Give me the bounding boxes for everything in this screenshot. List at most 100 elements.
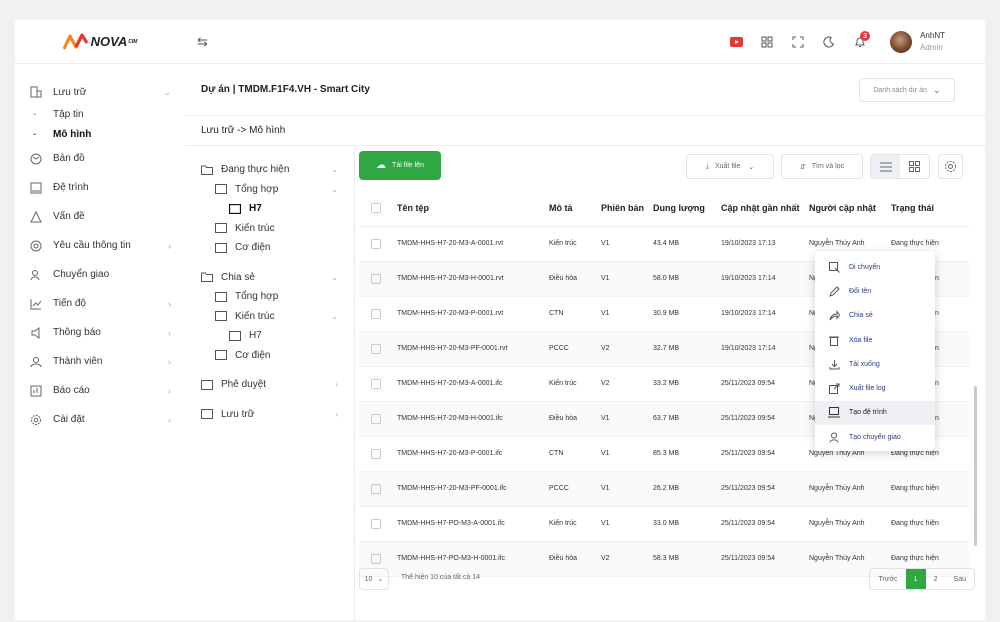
column-header[interactable]: Người cập nhật [805, 190, 887, 227]
menu-item-label: Tạo đệ trình [849, 409, 887, 417]
dark-mode-icon[interactable] [818, 31, 840, 53]
menu-item-share[interactable]: Chia sẻ [815, 304, 935, 328]
row-checkbox[interactable] [359, 401, 393, 437]
prev-page-button[interactable]: Trước [870, 569, 905, 589]
tree-node[interactable]: Kiến trúc [185, 219, 354, 239]
fullscreen-icon[interactable] [787, 31, 809, 53]
nova-logo-icon [62, 32, 88, 50]
tree-node[interactable]: Tổng hợp ⌄ [185, 180, 354, 200]
export-file-button[interactable]: ⤓ Xuất file ⌄ [686, 154, 774, 179]
upload-file-button[interactable]: ☁ Tải file lên [359, 151, 441, 180]
menu-item-label: Chia sẻ [849, 312, 873, 320]
chevron-right-icon: › [168, 356, 171, 367]
tree-node[interactable]: H7 [185, 326, 354, 346]
sidebar-item-storage[interactable]: Lưu trữ ⌄ [15, 80, 185, 104]
menu-item-move[interactable]: Di chuyển [815, 255, 935, 279]
sidebar-item-settings[interactable]: Cài đặt › [15, 405, 185, 434]
menu-item-export-log[interactable]: Xuất file log [815, 376, 935, 400]
logo[interactable]: NOVA CIM [15, 20, 185, 64]
select-all-checkbox[interactable] [359, 190, 393, 227]
sidebar: NOVA CIM Lưu trữ ⌄ - Tập tin - Mô hình Bản … [15, 20, 185, 620]
row-checkbox[interactable] [359, 436, 393, 472]
chevron-down-icon: ⌄ [331, 311, 338, 321]
column-header[interactable]: Dung lượng [649, 190, 717, 227]
tree-node[interactable]: H7 [185, 199, 354, 219]
share-icon [827, 310, 841, 321]
table-cell: TMDM-HHS-H7-20-M3-PF-0001.rvt [393, 331, 545, 367]
file-context-menu: Di chuyển Đổi tên Chia sẻ Xóa file Tải x… [815, 251, 935, 451]
table-row[interactable]: TMDM-HHS-H7-20-M3-PF-0001.ifc PCCC V1 26.2 … [359, 471, 969, 507]
table-cell: 30.9 MB [649, 296, 717, 332]
column-header[interactable]: Phiên bản [597, 190, 649, 227]
sidebar-subitem-models[interactable]: - Mô hình [15, 124, 185, 144]
user-role: Admin [920, 43, 943, 52]
project-bar: Dự án | TMDM.F1F4.VH - Smart City Danh s… [185, 64, 985, 116]
tree-node[interactable]: Cơ điện [185, 238, 354, 258]
sidebar-item-issues[interactable]: Vấn đề [15, 202, 185, 231]
move-icon [827, 261, 841, 273]
vertical-scrollbar[interactable] [974, 386, 977, 546]
tree-node[interactable]: Đang thực hiện ⌄ [185, 160, 354, 180]
page-size-select[interactable]: 10 ⌄ [359, 568, 389, 590]
menu-item-rename[interactable]: Đổi tên [815, 279, 935, 303]
next-page-button[interactable]: Sau [946, 569, 974, 589]
sidebar-item-submission[interactable]: Đệ trình [15, 173, 185, 202]
table-cell: V1 [597, 226, 649, 262]
table-cell: 63.7 MB [649, 401, 717, 437]
chevron-down-icon: ⌄ [331, 165, 338, 175]
row-checkbox[interactable] [359, 261, 393, 297]
row-checkbox[interactable] [359, 366, 393, 402]
tree-node[interactable]: Tổng hợp [185, 287, 354, 307]
row-checkbox[interactable] [359, 331, 393, 367]
table-cell: V1 [597, 296, 649, 332]
sidebar-item-label: Tiến độ [53, 298, 86, 309]
table-row[interactable]: TMDM-HHS-H7-PO-M3-A-0001.ifc Kiến trúc V1 3… [359, 506, 969, 542]
list-view-icon[interactable] [871, 155, 900, 178]
table-cell: 25/11/2023 09:54 [717, 541, 805, 577]
user-info[interactable]: AnhNT Admin [920, 30, 945, 54]
row-checkbox[interactable] [359, 296, 393, 332]
tree-node[interactable]: Lưu trữ › [185, 405, 354, 425]
youtube-icon[interactable] [725, 31, 747, 53]
tree-node[interactable]: Cơ điện [185, 346, 354, 366]
column-header[interactable]: Cập nhật gần nhất [717, 190, 805, 227]
row-checkbox[interactable] [359, 471, 393, 507]
row-checkbox[interactable] [359, 506, 393, 542]
apps-grid-icon[interactable] [756, 31, 778, 53]
sidebar-toggle-icon[interactable]: ⇆ [197, 34, 208, 50]
search-filter-button[interactable]: ⇵ Tìm và lọc [781, 154, 863, 179]
folder-icon [215, 242, 227, 253]
sidebar-item-reports[interactable]: Báo cáo › [15, 376, 185, 405]
tree-node[interactable]: Chia sẻ ⌄ [185, 268, 354, 288]
notification-badge: 3 [860, 31, 871, 41]
menu-item-create-submission[interactable]: Tạo đệ trình [815, 400, 935, 426]
sidebar-subitem-files[interactable]: - Tập tin [15, 104, 185, 124]
sidebar-item-members[interactable]: Thành viên › [15, 347, 185, 376]
sidebar-item-rfi[interactable]: Yêu cầu thông tin › [15, 231, 185, 260]
menu-item-create-handover[interactable]: Tạo chuyển giao [815, 425, 935, 449]
column-header[interactable]: Tên tệp [393, 190, 545, 227]
avatar[interactable] [890, 31, 913, 53]
menu-item-delete[interactable]: Xóa file [815, 328, 935, 352]
menu-item-label: Di chuyển [849, 263, 881, 271]
table-cell: 19/10/2023 17:14 [717, 261, 805, 297]
tree-node[interactable]: Phê duyệt › [185, 375, 354, 395]
table-cell: TMDM-HHS-H7-PO-M3-H-0001.ifc [393, 541, 545, 577]
column-header[interactable]: Trạng thái [887, 190, 969, 227]
column-header[interactable]: Mô tả [545, 190, 597, 227]
sidebar-item-announcements[interactable]: Thông báo › [15, 318, 185, 347]
sidebar-item-map[interactable]: Bản đồ [15, 144, 185, 173]
page-button-2[interactable]: 2 [926, 569, 946, 589]
tree-node[interactable]: Kiến trúc ⌄ [185, 307, 354, 327]
bell-icon[interactable]: 3 [849, 31, 871, 53]
table-settings-icon[interactable] [938, 154, 963, 179]
sidebar-item-handover[interactable]: Chuyển giao [15, 260, 185, 289]
menu-item-download[interactable]: Tải xuống [815, 352, 935, 376]
table-cell: CTN [545, 296, 597, 332]
row-checkbox[interactable] [359, 226, 393, 262]
chevron-right-icon: › [335, 380, 338, 390]
page-button-1[interactable]: 1 [905, 569, 926, 589]
project-list-select[interactable]: Danh sách dự án ⌄ [859, 78, 955, 102]
sidebar-item-progress[interactable]: Tiến độ › [15, 289, 185, 318]
grid-view-icon[interactable] [900, 155, 929, 178]
